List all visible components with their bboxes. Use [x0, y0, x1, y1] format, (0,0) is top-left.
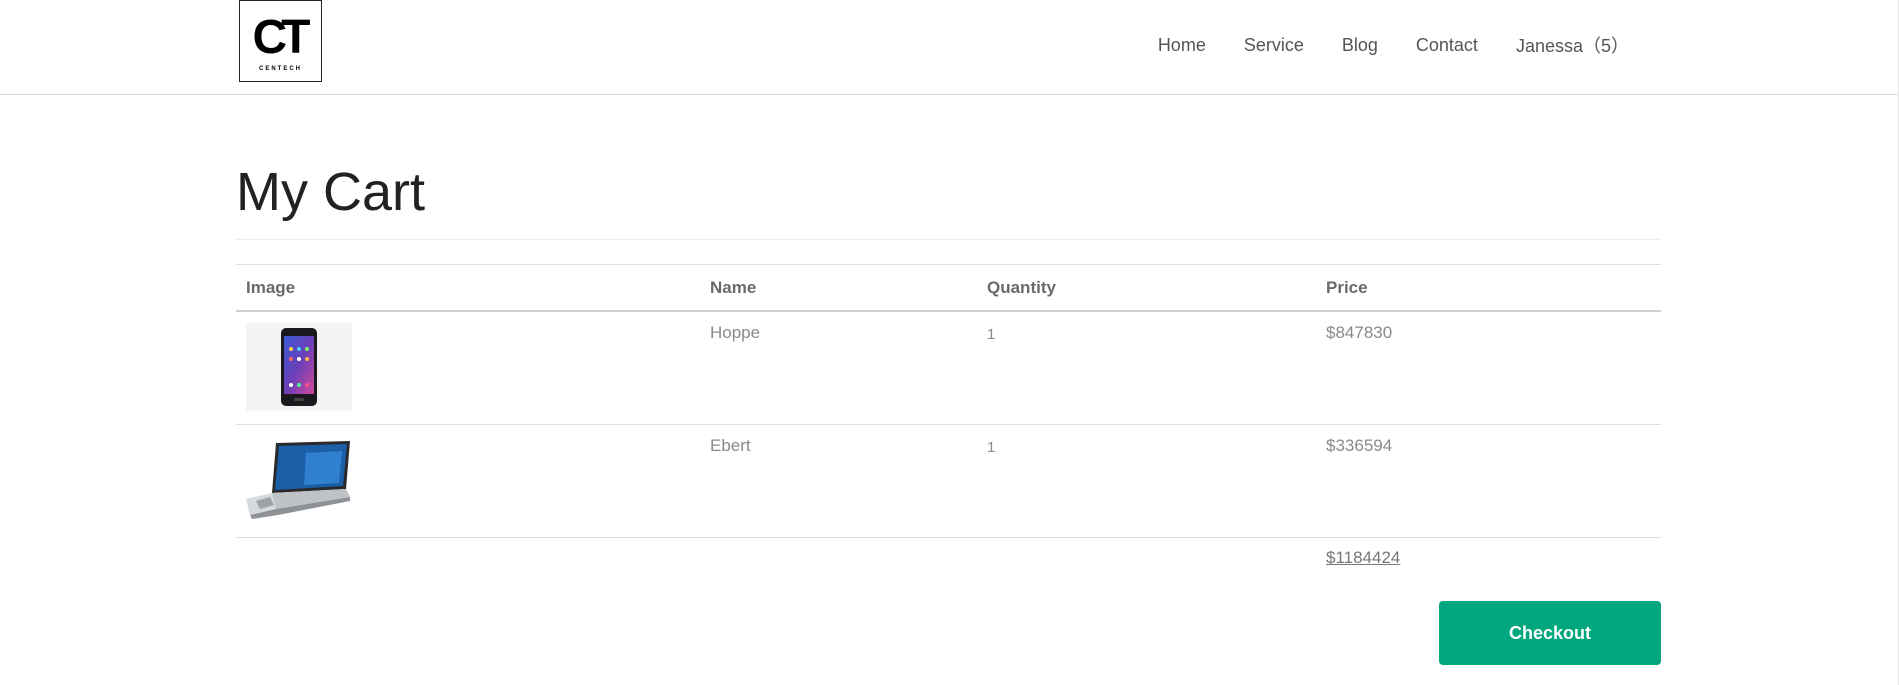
- main-nav: Home Service Blog Contact Janessa（5）: [1120, 0, 1629, 90]
- cell-image: [236, 311, 700, 425]
- cell-price: $336594: [1316, 424, 1661, 538]
- cart-total-link[interactable]: $1184424: [1326, 548, 1400, 567]
- empty-cell: [977, 538, 1316, 583]
- cell-quantity: 1: [977, 424, 1316, 538]
- cell-name: Hoppe: [700, 311, 977, 425]
- nav-item-user-cart[interactable]: Janessa（5）: [1516, 32, 1629, 58]
- column-header-name: Name: [700, 264, 977, 312]
- nav-item-service[interactable]: Service: [1244, 35, 1304, 56]
- laptop-icon: [246, 436, 352, 524]
- cell-name: Ebert: [700, 424, 977, 538]
- smartphone-icon: [246, 323, 352, 411]
- cell-image: [236, 424, 700, 538]
- column-header-quantity: Quantity: [977, 264, 1316, 312]
- table-row: Ebert 1 $336594: [236, 424, 1661, 538]
- column-header-price: Price: [1316, 264, 1661, 312]
- total-row: $1184424: [236, 538, 1661, 583]
- empty-cell: [236, 538, 700, 583]
- cell-total: $1184424: [1316, 538, 1661, 583]
- page-title: My Cart: [236, 162, 425, 222]
- table-header-row: Image Name Quantity Price: [236, 264, 1661, 312]
- cell-price: $847830: [1316, 311, 1661, 425]
- nav-item-blog[interactable]: Blog: [1342, 35, 1378, 56]
- divider: [236, 239, 1661, 240]
- cell-quantity: 1: [977, 311, 1316, 425]
- table-row: Hoppe 1 $847830: [236, 311, 1661, 425]
- page: CT CENTECH Home Service Blog Contact Jan…: [0, 0, 1899, 685]
- column-header-image: Image: [236, 264, 700, 312]
- logo-text: CENTECH: [258, 66, 302, 72]
- checkout-button[interactable]: Checkout: [1439, 601, 1661, 665]
- site-logo[interactable]: CT CENTECH: [239, 0, 322, 82]
- empty-cell: [700, 538, 977, 583]
- logo-mark: CT: [252, 11, 311, 64]
- nav-item-home[interactable]: Home: [1158, 35, 1206, 56]
- site-header: CT CENTECH Home Service Blog Contact Jan…: [0, 0, 1899, 95]
- nav-item-contact[interactable]: Contact: [1416, 35, 1478, 56]
- cart-table: Image Name Quantity Price Hoppe 1 $84783…: [236, 264, 1661, 582]
